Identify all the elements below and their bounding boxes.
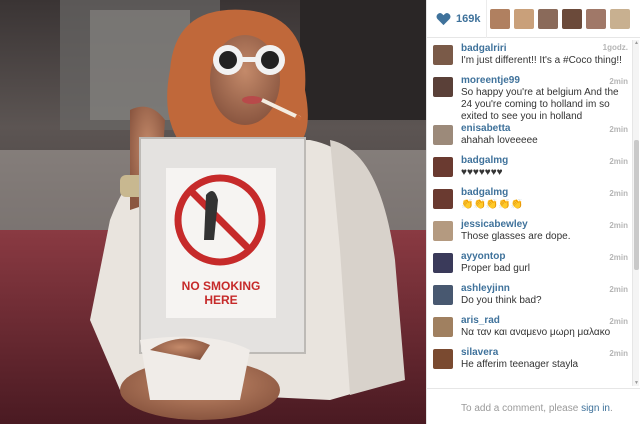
comment-text: ♥♥♥♥♥♥♥: [461, 167, 503, 178]
comment-item: aris_rad Να ταν και αναμενο μωρη μαλακο 2m…: [427, 313, 632, 345]
comments-panel: 169k badgalriri I'm just different!! It's…: [426, 0, 640, 424]
avatar[interactable]: [433, 349, 453, 369]
like-button[interactable]: 169k: [427, 0, 487, 38]
comment-text: ahahah loveeeee: [461, 135, 538, 146]
comment-text: So happy you're at belgium And the 24 yo…: [461, 87, 619, 122]
avatar[interactable]: [433, 157, 453, 177]
comment-timestamp: 2min: [609, 253, 628, 262]
comment-timestamp: 2min: [609, 221, 628, 230]
avatar[interactable]: [433, 253, 453, 273]
comment-username[interactable]: moreentje99: [461, 75, 632, 87]
comment-text: 👏👏👏👏👏: [461, 199, 524, 210]
avatar[interactable]: [433, 125, 453, 145]
avatar[interactable]: [433, 77, 453, 97]
scroll-thumb[interactable]: [634, 140, 639, 270]
comment-username[interactable]: ashleyjinn: [461, 283, 632, 295]
scroll-down-arrow-icon[interactable]: ▼: [633, 380, 640, 386]
comments-list: badgalriri I'm just different!! It's a #C…: [427, 39, 632, 388]
comment-item: badgalmg 👏👏👏👏👏 2min: [427, 185, 632, 217]
comment-item: moreentje99 So happy you're at belgium An…: [427, 73, 632, 122]
likes-bar: 169k: [427, 0, 640, 38]
comment-item: silavera He afferim teenager stayla 2min: [427, 345, 632, 377]
comment-text: He afferim teenager stayla: [461, 359, 579, 370]
comment-text: Do you think bad?: [461, 295, 542, 306]
comment-timestamp: 2min: [609, 349, 628, 358]
sign-text-2: HERE: [204, 293, 237, 307]
scroll-up-arrow-icon[interactable]: ▲: [633, 40, 640, 46]
sign-text-1: NO SMOKING: [182, 279, 261, 293]
liker-avatar[interactable]: [610, 8, 630, 29]
comment-text: Proper bad gurl: [461, 263, 530, 274]
likes-count: 169k: [456, 12, 481, 25]
add-comment-text: To add a comment, please: [461, 403, 582, 414]
comment-username[interactable]: aris_rad: [461, 315, 632, 327]
comment-timestamp: 2min: [609, 285, 628, 294]
comment-timestamp: 2min: [609, 125, 628, 134]
liker-avatar[interactable]: [586, 8, 606, 29]
avatar[interactable]: [433, 317, 453, 337]
liker-avatar[interactable]: [538, 8, 558, 29]
comment-timestamp: 2min: [609, 189, 628, 198]
avatar[interactable]: [433, 45, 453, 65]
comment-timestamp: 2min: [609, 317, 628, 326]
comment-item: ashleyjinn Do you think bad? 2min: [427, 281, 632, 313]
comment-timestamp: 1godz.: [602, 43, 628, 52]
likers-list: [487, 8, 634, 29]
comment-item: badgalmg ♥♥♥♥♥♥♥ 2min: [427, 153, 632, 185]
comment-username[interactable]: badgalmg: [461, 155, 632, 167]
heart-icon: [436, 12, 451, 25]
comment-username[interactable]: jessicabewley: [461, 219, 632, 231]
sign-in-link[interactable]: sign in: [581, 403, 610, 414]
liker-avatar[interactable]: [562, 8, 582, 29]
liker-avatar[interactable]: [514, 8, 534, 29]
add-comment-suffix: .: [609, 403, 613, 414]
comment-text: Those glasses are dope.: [461, 231, 571, 242]
post-photo[interactable]: NO SMOKING HERE: [0, 0, 426, 424]
comment-item: badgalriri I'm just different!! It's a #C…: [427, 39, 632, 73]
comment-username[interactable]: enisabetta: [461, 123, 632, 135]
comment-username[interactable]: silavera: [461, 347, 632, 359]
comment-item: ayyontop Proper bad gurl 2min: [427, 249, 632, 281]
avatar[interactable]: [433, 221, 453, 241]
comments-scrollbar[interactable]: ▲ ▼: [632, 40, 639, 386]
photo-illustration: NO SMOKING HERE: [0, 0, 426, 424]
liker-avatar[interactable]: [490, 8, 510, 29]
comment-item: jessicabewley Those glasses are dope. 2min: [427, 217, 632, 249]
add-comment-prompt: To add a comment, please sign in.: [427, 388, 640, 424]
avatar[interactable]: [433, 285, 453, 305]
comment-timestamp: 2min: [609, 77, 628, 86]
comment-timestamp: 2min: [609, 157, 628, 166]
comment-text: Να ταν και αναμενο μωρη μαλακο: [461, 327, 611, 338]
avatar[interactable]: [433, 189, 453, 209]
comment-text: I'm just different!! It's a #Coco thing!…: [461, 55, 622, 66]
comment-username[interactable]: ayyontop: [461, 251, 632, 263]
comment-username[interactable]: badgalmg: [461, 187, 632, 199]
comment-item: enisabetta ahahah loveeeee 2min: [427, 121, 632, 153]
